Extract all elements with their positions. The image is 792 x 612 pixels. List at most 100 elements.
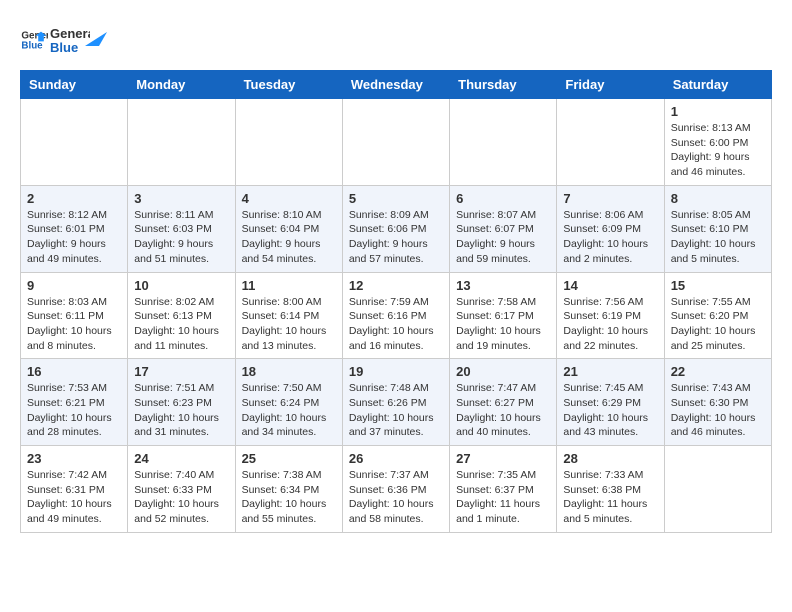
calendar-cell: 19 Sunrise: 7:48 AM Sunset: 6:26 PM Dayli… (342, 359, 449, 446)
day-number: 5 (349, 191, 443, 206)
day-info: Sunrise: 8:05 AM Sunset: 6:10 PM Dayligh… (671, 208, 765, 267)
logo-arrow (85, 24, 107, 46)
calendar-cell (21, 99, 128, 186)
day-number: 25 (242, 451, 336, 466)
day-number: 23 (27, 451, 121, 466)
day-number: 20 (456, 364, 550, 379)
day-info: Sunrise: 7:59 AM Sunset: 6:16 PM Dayligh… (349, 295, 443, 354)
day-number: 16 (27, 364, 121, 379)
day-number: 12 (349, 278, 443, 293)
calendar-week-5: 23 Sunrise: 7:42 AM Sunset: 6:31 PM Dayli… (21, 446, 772, 533)
calendar-cell: 25 Sunrise: 7:38 AM Sunset: 6:34 PM Dayli… (235, 446, 342, 533)
day-number: 3 (134, 191, 228, 206)
calendar-cell: 21 Sunrise: 7:45 AM Sunset: 6:29 PM Dayli… (557, 359, 664, 446)
svg-text:Blue: Blue (21, 40, 43, 51)
calendar-cell: 26 Sunrise: 7:37 AM Sunset: 6:36 PM Dayli… (342, 446, 449, 533)
calendar-cell: 27Sunrise: 7:35 AM Sunset: 6:37 PM Dayli… (450, 446, 557, 533)
calendar-cell: 7 Sunrise: 8:06 AM Sunset: 6:09 PM Daylig… (557, 185, 664, 272)
svg-text:Blue: Blue (50, 40, 78, 55)
day-number: 24 (134, 451, 228, 466)
day-info: Sunrise: 7:48 AM Sunset: 6:26 PM Dayligh… (349, 381, 443, 440)
calendar-cell: 10 Sunrise: 8:02 AM Sunset: 6:13 PM Dayli… (128, 272, 235, 359)
day-info: Sunrise: 8:12 AM Sunset: 6:01 PM Dayligh… (27, 208, 121, 267)
calendar-cell: 12 Sunrise: 7:59 AM Sunset: 6:16 PM Dayli… (342, 272, 449, 359)
day-info: Sunrise: 8:06 AM Sunset: 6:09 PM Dayligh… (563, 208, 657, 267)
day-number: 10 (134, 278, 228, 293)
weekday-header-thursday: Thursday (450, 71, 557, 99)
day-info: Sunrise: 8:09 AM Sunset: 6:06 PM Dayligh… (349, 208, 443, 267)
day-info: Sunrise: 8:03 AM Sunset: 6:11 PM Dayligh… (27, 295, 121, 354)
day-info: Sunrise: 7:51 AM Sunset: 6:23 PM Dayligh… (134, 381, 228, 440)
day-info: Sunrise: 7:37 AM Sunset: 6:36 PM Dayligh… (349, 468, 443, 527)
day-info: Sunrise: 7:47 AM Sunset: 6:27 PM Dayligh… (456, 381, 550, 440)
day-number: 18 (242, 364, 336, 379)
calendar-cell (128, 99, 235, 186)
calendar-cell (664, 446, 771, 533)
day-number: 7 (563, 191, 657, 206)
calendar-cell: 13 Sunrise: 7:58 AM Sunset: 6:17 PM Dayli… (450, 272, 557, 359)
calendar-cell: 5 Sunrise: 8:09 AM Sunset: 6:06 PM Daylig… (342, 185, 449, 272)
day-info: Sunrise: 7:43 AM Sunset: 6:30 PM Dayligh… (671, 381, 765, 440)
calendar-cell: 2Sunrise: 8:12 AM Sunset: 6:01 PM Daylig… (21, 185, 128, 272)
day-number: 22 (671, 364, 765, 379)
day-number: 19 (349, 364, 443, 379)
calendar-cell: 16Sunrise: 7:53 AM Sunset: 6:21 PM Dayli… (21, 359, 128, 446)
day-number: 6 (456, 191, 550, 206)
day-number: 14 (563, 278, 657, 293)
day-info: Sunrise: 7:58 AM Sunset: 6:17 PM Dayligh… (456, 295, 550, 354)
calendar-cell: 9 Sunrise: 8:03 AM Sunset: 6:11 PM Daylig… (21, 272, 128, 359)
calendar-cell: 3Sunrise: 8:11 AM Sunset: 6:03 PM Daylig… (128, 185, 235, 272)
calendar-cell (235, 99, 342, 186)
day-number: 27 (456, 451, 550, 466)
day-number: 11 (242, 278, 336, 293)
day-number: 8 (671, 191, 765, 206)
day-number: 4 (242, 191, 336, 206)
day-info: Sunrise: 8:10 AM Sunset: 6:04 PM Dayligh… (242, 208, 336, 267)
day-number: 9 (27, 278, 121, 293)
day-number: 1 (671, 104, 765, 119)
calendar-table: SundayMondayTuesdayWednesdayThursdayFrid… (20, 70, 772, 533)
calendar-cell: 15Sunrise: 7:55 AM Sunset: 6:20 PM Dayli… (664, 272, 771, 359)
day-number: 26 (349, 451, 443, 466)
day-info: Sunrise: 8:02 AM Sunset: 6:13 PM Dayligh… (134, 295, 228, 354)
weekday-header-sunday: Sunday (21, 71, 128, 99)
day-info: Sunrise: 8:13 AM Sunset: 6:00 PM Dayligh… (671, 121, 765, 180)
logo: General Blue General Blue (20, 20, 107, 60)
calendar-week-2: 2Sunrise: 8:12 AM Sunset: 6:01 PM Daylig… (21, 185, 772, 272)
logo-icon: General Blue (20, 26, 48, 54)
calendar-cell: 18Sunrise: 7:50 AM Sunset: 6:24 PM Dayli… (235, 359, 342, 446)
calendar-cell: 22 Sunrise: 7:43 AM Sunset: 6:30 PM Dayli… (664, 359, 771, 446)
svg-text:General: General (50, 26, 90, 41)
weekday-header-row: SundayMondayTuesdayWednesdayThursdayFrid… (21, 71, 772, 99)
day-info: Sunrise: 7:45 AM Sunset: 6:29 PM Dayligh… (563, 381, 657, 440)
day-number: 13 (456, 278, 550, 293)
calendar-cell: 14 Sunrise: 7:56 AM Sunset: 6:19 PM Dayli… (557, 272, 664, 359)
day-info: Sunrise: 7:40 AM Sunset: 6:33 PM Dayligh… (134, 468, 228, 527)
day-info: Sunrise: 7:56 AM Sunset: 6:19 PM Dayligh… (563, 295, 657, 354)
calendar-cell: 4 Sunrise: 8:10 AM Sunset: 6:04 PM Daylig… (235, 185, 342, 272)
page-header: General Blue General Blue (20, 20, 772, 60)
calendar-week-1: 1 Sunrise: 8:13 AM Sunset: 6:00 PM Daylig… (21, 99, 772, 186)
calendar-cell: 20 Sunrise: 7:47 AM Sunset: 6:27 PM Dayli… (450, 359, 557, 446)
weekday-header-tuesday: Tuesday (235, 71, 342, 99)
calendar-cell: 8 Sunrise: 8:05 AM Sunset: 6:10 PM Daylig… (664, 185, 771, 272)
calendar-week-3: 9 Sunrise: 8:03 AM Sunset: 6:11 PM Daylig… (21, 272, 772, 359)
calendar-cell: 24 Sunrise: 7:40 AM Sunset: 6:33 PM Dayli… (128, 446, 235, 533)
day-info: Sunrise: 7:38 AM Sunset: 6:34 PM Dayligh… (242, 468, 336, 527)
calendar-cell (557, 99, 664, 186)
day-number: 15 (671, 278, 765, 293)
calendar-cell: 17 Sunrise: 7:51 AM Sunset: 6:23 PM Dayli… (128, 359, 235, 446)
calendar-body: 1 Sunrise: 8:13 AM Sunset: 6:00 PM Daylig… (21, 99, 772, 533)
day-info: Sunrise: 7:42 AM Sunset: 6:31 PM Dayligh… (27, 468, 121, 527)
calendar-cell: 6 Sunrise: 8:07 AM Sunset: 6:07 PM Daylig… (450, 185, 557, 272)
calendar-cell (342, 99, 449, 186)
calendar-cell: 28Sunrise: 7:33 AM Sunset: 6:38 PM Dayli… (557, 446, 664, 533)
calendar-cell: 11Sunrise: 8:00 AM Sunset: 6:14 PM Dayli… (235, 272, 342, 359)
day-number: 17 (134, 364, 228, 379)
day-info: Sunrise: 8:07 AM Sunset: 6:07 PM Dayligh… (456, 208, 550, 267)
weekday-header-saturday: Saturday (664, 71, 771, 99)
day-number: 21 (563, 364, 657, 379)
weekday-header-friday: Friday (557, 71, 664, 99)
logo-graphic: General Blue (50, 20, 90, 60)
day-info: Sunrise: 7:33 AM Sunset: 6:38 PM Dayligh… (563, 468, 657, 527)
